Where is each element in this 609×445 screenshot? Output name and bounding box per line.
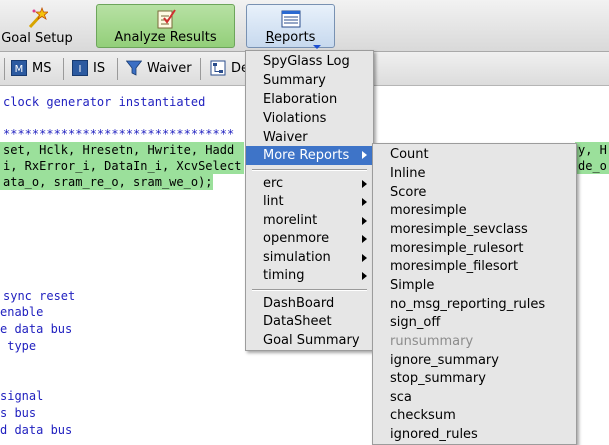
menu-item-erc[interactable]: erc <box>246 175 373 193</box>
menu-item-inline[interactable]: Inline <box>373 165 576 183</box>
code-line: signal <box>0 389 44 403</box>
code-line-highlighted: set, Hclk, Hresetn, Hwrite, Hadd <box>0 142 244 158</box>
more-reports-submenu: Count Inline Score moresimple moresimple… <box>372 143 577 445</box>
menu-item-ignore-summary[interactable]: ignore_summary <box>373 352 576 370</box>
menu-item-summary[interactable]: Summary <box>246 72 373 90</box>
menu-item-erc-label: erc <box>263 176 284 191</box>
menu-item-moresimple-rulesort[interactable]: moresimple_rulesort <box>373 240 576 258</box>
menu-separator <box>252 169 367 171</box>
submenu-arrow-icon <box>362 235 367 243</box>
toolbar-separator <box>117 58 118 80</box>
submenu-arrow-icon <box>362 217 367 225</box>
menu-item-runsummary: runsummary <box>390 334 474 349</box>
de-button[interactable]: De <box>210 60 249 78</box>
waiver-label: Waiver <box>147 61 192 76</box>
submenu-arrow-icon <box>362 254 367 262</box>
menu-item-no-msg-reporting-rules[interactable]: no_msg_reporting_rules <box>373 296 576 314</box>
menu-item-dashboard[interactable]: DashBoard <box>246 295 373 313</box>
code-line-highlighted: ata_o, sram_re_o, sram_we_o); <box>0 174 213 190</box>
reports-mnemonic: R <box>265 30 275 45</box>
menu-item-simulation-label: simulation <box>263 250 331 265</box>
code-line: clock generator instantiated <box>3 95 206 109</box>
ms-icon: M <box>11 59 27 76</box>
analyze-results-label: Analyze Results <box>114 30 217 45</box>
code-line-highlighted-right: de_o, <box>575 158 609 174</box>
menu-item-morelint[interactable]: morelint <box>246 212 373 230</box>
menu-item-elaboration[interactable]: Elaboration <box>246 91 373 109</box>
code-line: type <box>0 339 37 353</box>
menu-item-spyglass-log[interactable]: SpyGlass Log <box>246 53 373 71</box>
is-label: IS <box>93 61 106 76</box>
ms-button[interactable]: M MS <box>11 59 52 78</box>
menu-item-more-reports[interactable]: More Reports <box>246 146 373 165</box>
svg-text:M: M <box>15 64 24 75</box>
menu-item-waiver[interactable]: Waiver <box>246 129 373 147</box>
waiver-button[interactable]: Waiver <box>126 60 192 78</box>
menu-separator <box>252 289 367 291</box>
reports-button[interactable]: Reports <box>246 4 335 49</box>
menu-item-count[interactable]: Count <box>373 146 576 164</box>
submenu-arrow-icon <box>362 272 367 280</box>
ms-label: MS <box>32 61 52 76</box>
toolbar-separator <box>200 58 201 80</box>
dropdown-arrow-icon <box>313 45 321 49</box>
code-line: enable <box>0 305 44 319</box>
code-line-highlighted-right: y, Hre <box>575 142 609 158</box>
code-line: sync reset <box>3 289 76 303</box>
is-icon: I <box>72 59 88 76</box>
menu-item-sign-off[interactable]: sign_off <box>373 314 576 332</box>
code-line: ******************************** <box>3 127 235 141</box>
goal-setup-button[interactable]: Goal Setup <box>0 4 74 48</box>
menu-item-lint-label: lint <box>263 194 284 209</box>
menu-item-more-reports-label: More Reports <box>263 148 350 163</box>
menu-item-openmore[interactable]: openmore <box>246 230 373 248</box>
reports-label: Reports <box>247 30 334 45</box>
toolbar-separator <box>4 58 5 80</box>
submenu-arrow-icon <box>362 151 367 159</box>
analyze-results-button[interactable]: Analyze Results <box>96 4 235 48</box>
reports-label-rest: eports <box>274 30 316 45</box>
toolbar-separator <box>63 58 64 80</box>
menu-item-score[interactable]: Score <box>373 184 576 202</box>
menu-item-simple[interactable]: Simple <box>373 277 576 295</box>
goal-setup-label: Goal Setup <box>1 31 73 46</box>
code-line: e data bus <box>0 322 73 336</box>
menu-item-timing-label: timing <box>263 268 305 283</box>
checklist-icon <box>157 9 176 29</box>
menu-item-lint[interactable]: lint <box>246 193 373 211</box>
menu-item-stop-summary[interactable]: stop_summary <box>373 370 576 388</box>
menu-item-moresimple[interactable]: moresimple <box>373 202 576 220</box>
menu-item-goal-summary[interactable]: Goal Summary <box>246 332 373 350</box>
code-line-highlighted: i, RxError_i, DataIn_i, XcvSelect <box>0 158 244 174</box>
menu-item-moresimple-sevclass[interactable]: moresimple_sevclass <box>373 221 576 239</box>
submenu-arrow-icon <box>362 180 367 188</box>
report-table-icon <box>281 10 300 28</box>
menu-item-checksum[interactable]: checksum <box>373 407 576 425</box>
filter-funnel-icon <box>126 60 142 76</box>
magic-wand-icon <box>28 7 48 29</box>
menu-item-morelint-label: morelint <box>263 213 318 228</box>
is-button[interactable]: I IS <box>72 59 106 78</box>
menu-item-violations[interactable]: Violations <box>246 110 373 128</box>
hierarchy-icon <box>210 60 226 75</box>
menu-item-sca[interactable]: sca <box>373 389 576 407</box>
main-toolbar: Goal Setup Analyze Results Reports <box>0 0 609 52</box>
menu-item-moresimple-filesort[interactable]: moresimple_filesort <box>373 258 576 276</box>
submenu-arrow-icon <box>362 198 367 206</box>
code-line: s bus <box>0 406 37 420</box>
menu-item-datasheet[interactable]: DataSheet <box>246 313 373 331</box>
code-line: d data bus <box>0 423 73 437</box>
svg-text:I: I <box>79 64 82 75</box>
reports-menu: SpyGlass Log Summary Elaboration Violati… <box>245 50 374 351</box>
menu-item-simulation[interactable]: simulation <box>246 249 373 267</box>
menu-item-openmore-label: openmore <box>263 231 330 246</box>
menu-item-timing[interactable]: timing <box>246 267 373 285</box>
menu-item-ignored-rules[interactable]: ignored_rules <box>373 426 576 444</box>
